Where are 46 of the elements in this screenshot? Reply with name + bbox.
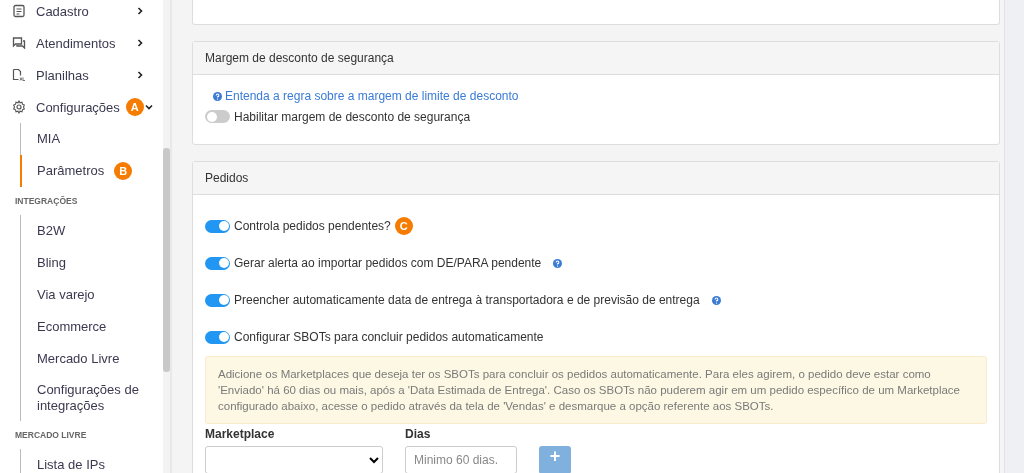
toggle-label: Controla pedidos pendentes? <box>234 219 391 233</box>
spreadsheet-file-icon <box>12 68 26 82</box>
document-icon <box>12 4 26 18</box>
submenu-item[interactable]: Lista de IPs <box>20 449 163 473</box>
marker-badge: B <box>114 162 133 180</box>
help-icon[interactable] <box>213 91 222 101</box>
marker-badge: A <box>125 98 144 116</box>
chat-icon <box>12 36 26 50</box>
field-label: Dias <box>405 426 432 441</box>
card-header: Pedidos <box>193 161 999 195</box>
submenu-item[interactable]: Bling <box>20 247 163 279</box>
marketplace-select[interactable] <box>205 445 383 473</box>
info-alert: Adicione os Marketplaces que deseja ter os SBOTs para concluir os pedidos automaticamente. Para eles agirem, o pedido deve estar como 'Enviado' há 60 dias ou mais, após a 'Data Estimada de Entrega'. Caso os SBOTs não puderem agir em um pedido específico de um Marketplace configurado abaixo, acesse o pedido através da tela de 'Vendas' e desmarque a opção referente aos SBOTs. <box>205 355 987 424</box>
toggle-switch[interactable] <box>205 293 230 307</box>
toggle-label: Habilitar margem de desconto de segurança <box>234 109 471 124</box>
menu-item[interactable]: Cadastro <box>0 0 163 27</box>
toggle-switch[interactable] <box>205 256 230 270</box>
toggle-switch[interactable] <box>205 330 230 344</box>
help-icon[interactable] <box>711 295 721 305</box>
submenu-item[interactable]: MIA <box>20 123 163 155</box>
chevron-icon <box>143 102 154 112</box>
submenu-item[interactable]: Via varejo <box>20 279 163 311</box>
section-heading: INTEGRAÇÕES <box>14 195 79 208</box>
marker-badge: C <box>394 217 413 235</box>
menu-item[interactable]: Configurações A <box>0 91 163 123</box>
card-header: Margem de desconto de segurança <box>193 42 999 75</box>
submenu-item[interactable]: B2W <box>20 215 163 247</box>
chevron-icon <box>135 38 145 48</box>
help-icon[interactable] <box>553 258 563 268</box>
menu-item[interactable]: Atendimentos <box>0 27 163 59</box>
field-label: Marketplace <box>205 426 276 441</box>
submenu-item[interactable]: Configurações de integrações <box>20 375 163 421</box>
section-heading: MERCADO LIVRE <box>14 429 88 442</box>
chevron-icon <box>135 6 145 16</box>
chevron-icon <box>135 70 145 80</box>
days-field[interactable]: Minimo 60 dias. <box>405 445 517 473</box>
toggle-switch[interactable] <box>205 110 230 123</box>
toggle-switch[interactable] <box>205 219 230 233</box>
help-link[interactable]: Entenda a regra sobre a margem de limite de desconto <box>205 89 519 103</box>
toggle-label: Configurar SBOTs para concluir pedidos automaticamente <box>234 330 544 344</box>
toggle-label: Preencher automaticamente data de entrega à transportadora e de previsão de entrega <box>234 293 700 307</box>
toggle-label: Gerar alerta ao importar pedidos com DE/PARA pendente <box>234 256 542 270</box>
submenu-item[interactable]: Mercado Livre <box>20 343 163 375</box>
settings-icon <box>12 100 26 114</box>
submenu-item[interactable]: Ecommerce <box>20 311 163 343</box>
menu-item[interactable]: Planilhas <box>0 59 163 91</box>
